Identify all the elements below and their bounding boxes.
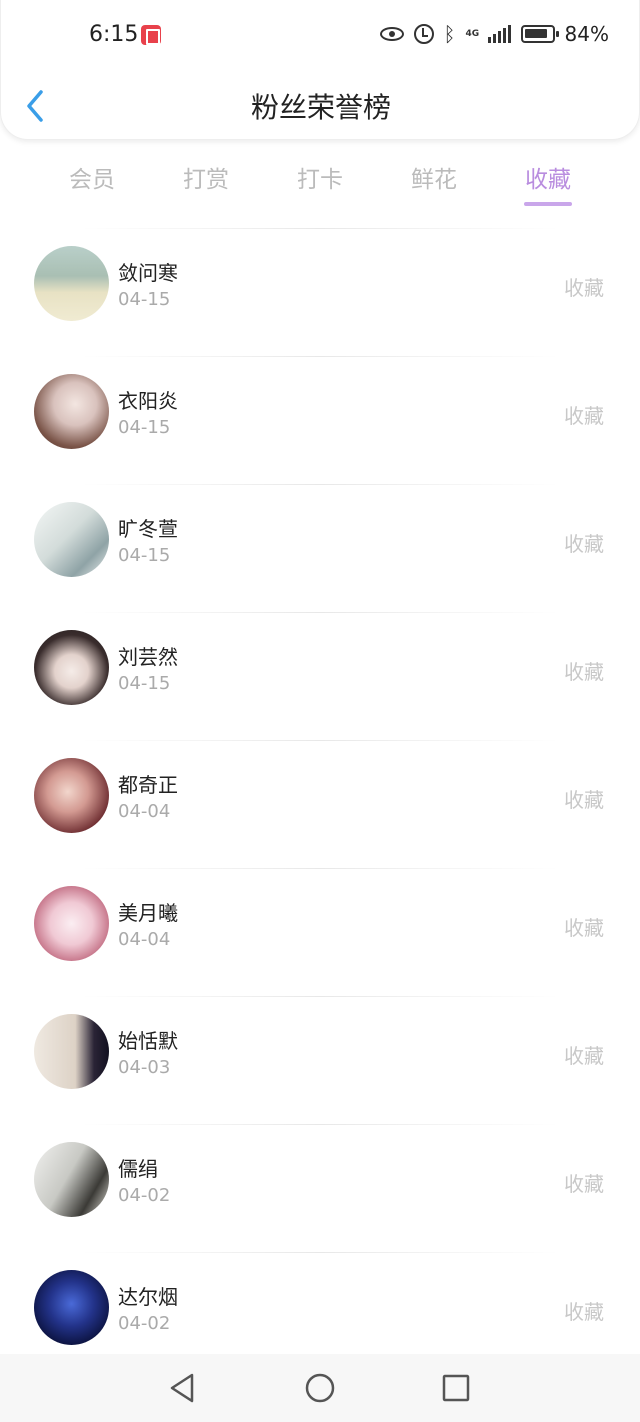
alarm-icon [413, 24, 434, 44]
favorite-label[interactable]: 收藏 [564, 656, 604, 685]
favorite-label[interactable]: 收藏 [564, 1168, 604, 1197]
favorite-label[interactable]: 收藏 [564, 272, 604, 301]
signal-icon [487, 25, 511, 43]
fan-name: 旷冬萱 [118, 517, 178, 541]
avatar[interactable] [34, 1014, 109, 1089]
fan-name: 都奇正 [118, 773, 178, 797]
page-title: 粉丝荣誉榜 [250, 91, 391, 124]
avatar[interactable] [34, 758, 109, 833]
avatar[interactable] [34, 886, 109, 961]
favorite-label[interactable]: 收藏 [564, 528, 604, 557]
fan-name: 始恬默 [118, 1029, 178, 1053]
eye-icon [379, 27, 404, 41]
network-type: 4G [465, 29, 480, 39]
fan-date: 04-03 [118, 1057, 171, 1078]
list-item[interactable]: 衣阳炎 04-15 收藏 [0, 357, 640, 484]
tab-reward[interactable]: 打赏 [156, 160, 256, 194]
nav-recents-button[interactable] [438, 1370, 474, 1406]
avatar[interactable] [34, 246, 109, 321]
tab-favorites[interactable]: 收藏 [498, 160, 598, 206]
fan-date: 04-04 [118, 801, 171, 822]
favorite-label[interactable]: 收藏 [564, 400, 604, 429]
fan-date: 04-15 [118, 417, 171, 438]
list-item[interactable]: 旷冬萱 04-15 收藏 [0, 485, 640, 612]
tab-checkin[interactable]: 打卡 [270, 160, 370, 194]
status-time: 6:15 [89, 22, 139, 47]
status-bar: 6:15 ᛒ 4G 84% [1, 0, 640, 72]
tab-bar: 会员 打赏 打卡 鲜花 收藏 [0, 148, 640, 212]
triangle-back-icon [170, 1373, 194, 1403]
avatar[interactable] [34, 374, 109, 449]
avatar[interactable] [34, 630, 109, 705]
tab-member[interactable]: 会员 [42, 160, 142, 194]
fan-date: 04-15 [118, 673, 171, 694]
list-item[interactable]: 刘芸然 04-15 收藏 [0, 613, 640, 740]
fan-date: 04-02 [118, 1185, 171, 1206]
fan-date: 04-04 [118, 929, 171, 950]
favorite-label[interactable]: 收藏 [564, 1040, 604, 1069]
notification-app-icon [141, 25, 161, 45]
nav-back-button[interactable] [164, 1370, 200, 1406]
system-nav-bar [0, 1354, 640, 1422]
tab-flowers[interactable]: 鲜花 [384, 160, 484, 194]
fan-name: 敛问寒 [118, 261, 178, 285]
fan-list: 敛问寒 04-15 收藏 衣阳炎 04-15 收藏 旷冬萱 04-15 收藏 刘… [0, 228, 640, 1380]
fan-name: 美月曦 [118, 901, 178, 925]
nav-home-button[interactable] [302, 1370, 338, 1406]
fan-date: 04-15 [118, 545, 171, 566]
fan-name: 衣阳炎 [118, 389, 178, 413]
list-item[interactable]: 儒绢 04-02 收藏 [0, 1125, 640, 1252]
active-tab-indicator [524, 202, 572, 206]
status-icons: ᛒ 4G 84% [379, 22, 609, 46]
favorite-label[interactable]: 收藏 [564, 1296, 604, 1325]
list-item[interactable]: 敛问寒 04-15 收藏 [0, 229, 640, 356]
battery-icon [520, 25, 559, 43]
favorite-label[interactable]: 收藏 [564, 912, 604, 941]
fan-name: 达尔烟 [118, 1285, 178, 1309]
avatar[interactable] [34, 1270, 109, 1345]
list-item[interactable]: 都奇正 04-04 收藏 [0, 741, 640, 868]
favorite-label[interactable]: 收藏 [564, 784, 604, 813]
tab-favorites-label: 收藏 [525, 167, 571, 193]
list-item[interactable]: 美月曦 04-04 收藏 [0, 869, 640, 996]
top-card: 6:15 ᛒ 4G 84% 粉丝荣誉榜 [0, 0, 640, 140]
circle-home-icon [305, 1373, 335, 1403]
avatar[interactable] [34, 1142, 109, 1217]
square-recents-icon [442, 1374, 470, 1402]
fan-date: 04-02 [118, 1313, 171, 1334]
list-item[interactable]: 始恬默 04-03 收藏 [0, 997, 640, 1124]
battery-percent: 84% [564, 22, 609, 46]
fan-name: 儒绢 [118, 1157, 158, 1181]
avatar[interactable] [34, 502, 109, 577]
fan-date: 04-15 [118, 289, 171, 310]
bluetooth-icon: ᛒ [443, 22, 456, 46]
fan-name: 刘芸然 [118, 645, 178, 669]
